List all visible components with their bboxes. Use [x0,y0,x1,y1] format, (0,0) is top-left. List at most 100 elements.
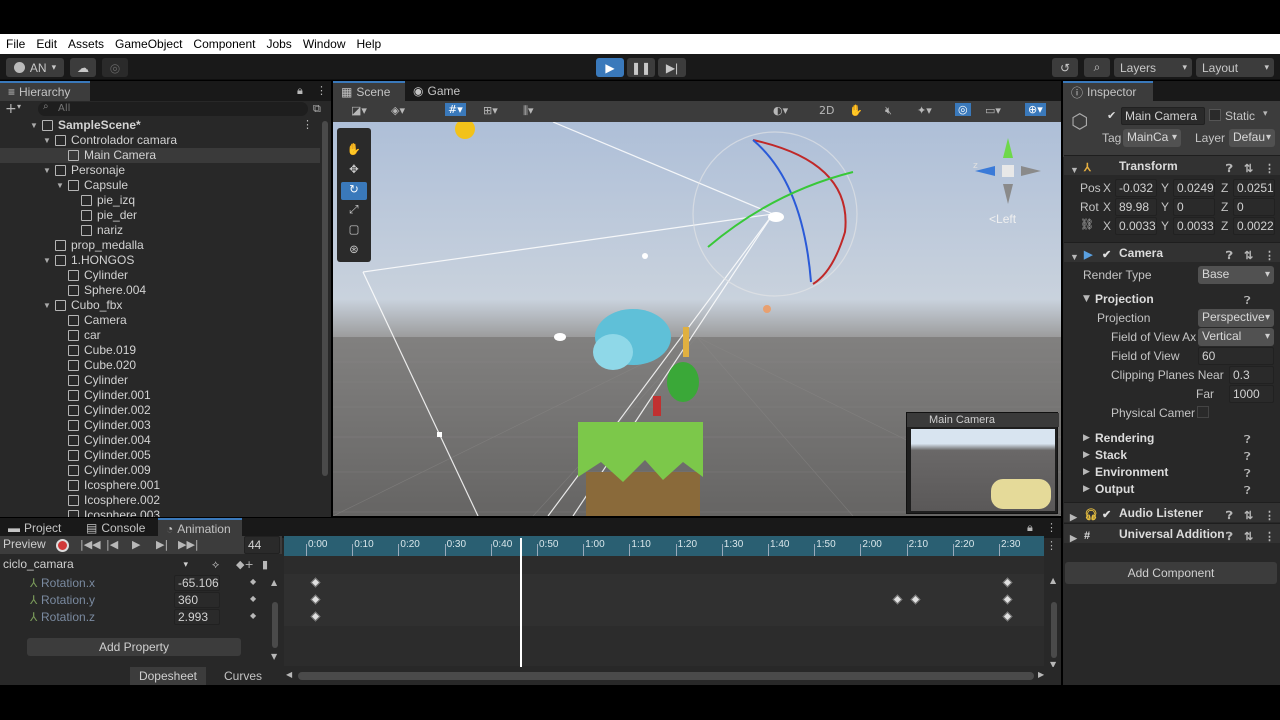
step-button[interactable]: ▶| [658,58,686,77]
camera-settings-icon[interactable]: ▭▾ [985,104,1001,117]
hierarchy-item[interactable]: Cube.020 [0,358,320,373]
dopesheet-area[interactable] [284,538,1044,672]
chevron-down-icon[interactable]: ▾ [1263,109,1268,119]
layer-dropdown[interactable]: Defau [1229,129,1275,147]
help-icon[interactable]: ❓︎ [1244,294,1251,308]
dopesheet-button[interactable]: Dopesheet [130,667,206,685]
tab-inspector[interactable]: ⓘ Inspector [1063,81,1153,101]
add-event-icon[interactable]: ◆+ [236,558,254,571]
shading-icon[interactable]: ◪▾ [351,104,367,117]
more-icon[interactable]: ⋮ [1264,527,1275,547]
light-icon[interactable]: ✋ [849,104,863,117]
chevron-left-icon[interactable]: ◀ [286,670,292,679]
tab-hierarchy[interactable]: ≡ Hierarchy [0,81,90,101]
timeline-hscrollbar[interactable] [298,672,1034,680]
pos-y-field[interactable]: 0.0249 [1173,179,1215,197]
chevron-right-icon[interactable]: ▶ [1083,450,1090,460]
hierarchy-item[interactable]: ▼ Capsule [0,178,320,193]
add-property-button[interactable]: Add Property [27,638,241,656]
clip-dropdown[interactable]: ciclo_camara ▾ [0,555,192,573]
curves-button[interactable]: Curves [206,667,280,685]
scale-tool-icon[interactable]: ⤢ [341,202,367,220]
rot-x-field[interactable]: 89.98 [1115,198,1157,216]
scale-z-field[interactable]: 0.0022 [1233,217,1275,235]
pos-z-field[interactable]: 0.0251 [1233,179,1275,197]
history-button[interactable]: ↺ [1052,58,1078,77]
chevron-right-icon[interactable]: ▶ [1038,670,1044,679]
property-value-field[interactable]: 360 [174,592,220,608]
next-key-icon[interactable]: ▶| [156,538,168,551]
keyframe-toggle-icon[interactable]: ◆ [250,594,256,603]
hierarchy-item[interactable]: Cylinder.003 [0,418,320,433]
menu-edit[interactable]: Edit [36,37,57,51]
camera-header[interactable]: ▼ ▶ ✔ Camera ❓︎ ⇅ ⋮ [1064,242,1280,262]
object-name-field[interactable]: Main Camera [1121,107,1205,125]
transform-tool-icon[interactable]: ⊛ [341,242,367,260]
hierarchy-item[interactable]: Cylinder.001 [0,388,320,403]
tab-project[interactable]: ▬ Project [0,518,78,538]
projection-header[interactable]: Projection [1095,292,1154,306]
lock-icon[interactable]: 🔒︎ [297,84,303,98]
more-icon[interactable]: ⋮ [316,84,327,97]
static-checkbox[interactable] [1209,109,1221,121]
hierarchy-item[interactable]: ▼ Cubo_fbx [0,298,320,313]
pos-x-field[interactable]: -0.032 [1115,179,1157,197]
record-icon[interactable] [56,539,69,552]
keyframe-marker[interactable] [1002,594,1013,605]
first-key-icon[interactable]: |◀◀ [80,538,101,551]
hierarchy-item[interactable]: Cube.019 [0,343,320,358]
frame-field[interactable]: 44 [244,536,280,554]
keyframe-marker[interactable] [1002,577,1013,588]
layers-dropdown[interactable]: Layers ▾ [1114,58,1192,77]
chevron-right-icon[interactable]: ▶ [1083,484,1090,494]
add-keyframe-icon[interactable]: ⟡ [212,558,219,572]
camera-enabled-checkbox[interactable]: ✔ [1102,245,1111,265]
scale-y-field[interactable]: 0.0033 [1173,217,1215,235]
hierarchy-item[interactable]: Cylinder.005 [0,448,320,463]
stack-header[interactable]: Stack [1095,448,1127,462]
output-header[interactable]: Output [1095,482,1134,496]
audio-enabled-checkbox[interactable]: ✔ [1102,505,1111,525]
lighting-icon[interactable]: ◐▾ [773,104,788,117]
audio-icon[interactable]: 🔇︎ [885,104,892,118]
hierarchy-item[interactable]: Icosphere.002 [0,493,320,508]
help-icon[interactable]: ❓︎ [1244,484,1251,498]
transform-header[interactable]: ▼ ⅄ Transform ❓︎ ⇅ ⋮ [1064,155,1280,175]
account-button[interactable]: AN ▾ [6,58,64,77]
keyframe-marker[interactable] [892,594,903,605]
menu-jobs[interactable]: Jobs [266,37,291,51]
hierarchy-item[interactable]: pie_der [0,208,320,223]
chevron-right-icon[interactable]: ▶ [1083,467,1090,477]
play-button[interactable]: ▶ [596,58,624,77]
event-marker-icon[interactable]: ▮ [262,558,268,571]
hierarchy-item[interactable]: ▼ Personaje [0,163,320,178]
search-button[interactable]: ⌕ [1084,58,1110,77]
lock-icon[interactable]: 🔒︎ [1027,521,1033,535]
tab-game[interactable]: ◉ Game [405,81,467,101]
hierarchy-item[interactable]: ▼ 1.HONGOS [0,253,320,268]
draw-mode-icon[interactable]: ◈▾ [391,104,405,117]
menu-assets[interactable]: Assets [68,37,104,51]
hierarchy-item[interactable]: car [0,328,320,343]
timeline-ruler[interactable]: 0:00 0:10 0:20 0:30 0:40 0:50 1:00 1:10 1:20 1:30… [284,536,1044,556]
hierarchy-item[interactable]: Icosphere.001 [0,478,320,493]
orientation-gizmo[interactable]: z <Left [973,136,1043,226]
layout-dropdown[interactable]: Layout ▾ [1196,58,1274,77]
hierarchy-search-input[interactable]: ⌕ All [38,101,308,116]
menu-file[interactable]: File [6,37,25,51]
hierarchy-item[interactable]: prop_medalla [0,238,320,253]
visibility-icon[interactable]: ◎ [955,103,971,116]
chevron-down-icon[interactable]: ▼ [43,298,53,313]
add-icon[interactable]: + [5,101,17,117]
rot-y-field[interactable]: 0 [1173,198,1215,216]
hierarchy-item[interactable]: Cylinder.002 [0,403,320,418]
projection-dropdown[interactable]: Perspective [1198,309,1274,327]
help-icon[interactable]: ❓︎ [1244,467,1251,481]
rendering-header[interactable]: Rendering [1095,431,1154,445]
tab-scene[interactable]: ▦ Scene [333,81,405,101]
grid-icon[interactable]: ⊞▾ [483,104,498,117]
hierarchy-item[interactable]: Sphere.004 [0,283,320,298]
fov-field[interactable]: 60 [1198,347,1274,365]
physical-camera-checkbox[interactable] [1197,406,1209,418]
keyframe-toggle-icon[interactable]: ◆ [250,577,256,586]
